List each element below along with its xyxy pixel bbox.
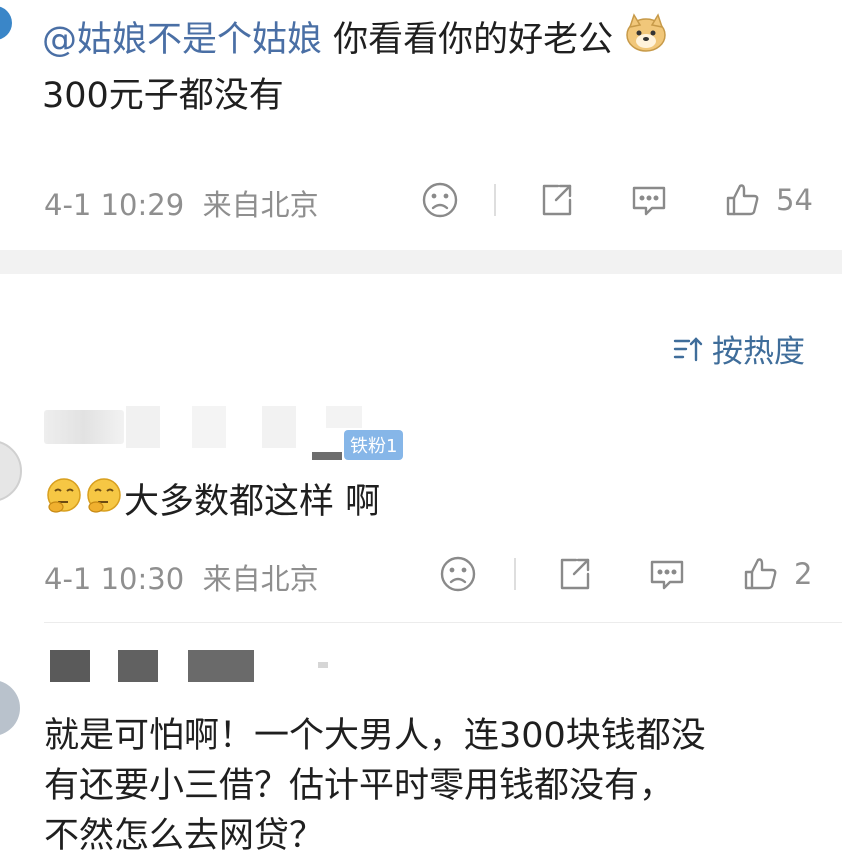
share-button[interactable] [554, 554, 594, 594]
redaction-block [312, 452, 342, 460]
redaction-block [262, 406, 296, 448]
comment-line-2: 300元子都没有 [42, 76, 284, 116]
reply-time: 4-1 10:30 [44, 562, 185, 596]
redaction-block [50, 650, 90, 682]
sort-label: 按热度 [712, 334, 805, 370]
sad-face-icon [422, 182, 458, 218]
redaction-block [118, 650, 158, 682]
reply-line-3: 不然怎么去网贷？ [44, 816, 325, 856]
share-button[interactable] [536, 180, 576, 220]
fan-badge-label: 铁粉1 [350, 436, 398, 457]
reply-button[interactable] [646, 554, 688, 594]
comment-icon [632, 186, 666, 216]
redaction-block [188, 650, 254, 682]
comment-line-1: @姑娘不是个姑娘 你看看你的好老公 [42, 12, 668, 70]
user-mention-link[interactable]: @姑娘不是个姑娘 [42, 20, 322, 60]
thinking-face-emoji [44, 475, 84, 532]
reply-timestamp: 4-1 10:30 来自北京 [44, 556, 319, 598]
like-count: 54 [776, 183, 813, 217]
comment-text: 你看看你的好老公 [322, 20, 614, 60]
comment-time: 4-1 10:29 [44, 188, 185, 222]
fan-badge[interactable]: 铁粉1 [344, 430, 404, 460]
reply-divider [44, 622, 842, 623]
dislike-button[interactable] [420, 180, 460, 220]
reply-line-2: 有还要小三借？估计平时零用钱都没有， [44, 766, 675, 806]
section-divider [0, 250, 842, 274]
share-icon [542, 184, 572, 216]
reply-body: 大多数都这样 啊 [124, 482, 381, 522]
reply-button[interactable] [628, 180, 670, 220]
sad-face-icon [440, 556, 476, 592]
comment-location: 来自北京 [202, 188, 319, 222]
avatar-partial[interactable] [0, 680, 20, 736]
like-button[interactable]: 54 [722, 180, 813, 220]
username-redacted[interactable] [44, 410, 124, 444]
reply-line-1: 就是可怕啊！一个大男人，连300块钱都没 [44, 716, 706, 756]
dislike-button[interactable] [438, 554, 478, 594]
redaction-block [126, 406, 160, 448]
avatar-partial[interactable] [0, 440, 22, 502]
share-icon [560, 558, 590, 590]
like-button[interactable]: 2 [740, 554, 812, 594]
avatar-partial[interactable] [0, 6, 12, 40]
doge-emoji [624, 12, 668, 70]
reply-location: 来自北京 [202, 562, 319, 596]
sort-by-hot-button[interactable]: 按热度 [672, 326, 805, 371]
like-count: 2 [794, 557, 813, 591]
reply-text: 大多数都这样 啊 [44, 474, 380, 532]
sort-icon [673, 336, 703, 361]
divider [514, 558, 516, 590]
comment-timestamp: 4-1 10:29 来自北京 [44, 182, 319, 224]
thumbs-up-icon [726, 184, 759, 216]
comment-icon [650, 560, 684, 590]
thumbs-up-icon [744, 558, 777, 590]
divider [494, 184, 496, 216]
redaction-block [318, 662, 328, 668]
redaction-block [192, 406, 226, 448]
thinking-face-emoji [84, 475, 124, 532]
redaction-block [326, 406, 362, 428]
